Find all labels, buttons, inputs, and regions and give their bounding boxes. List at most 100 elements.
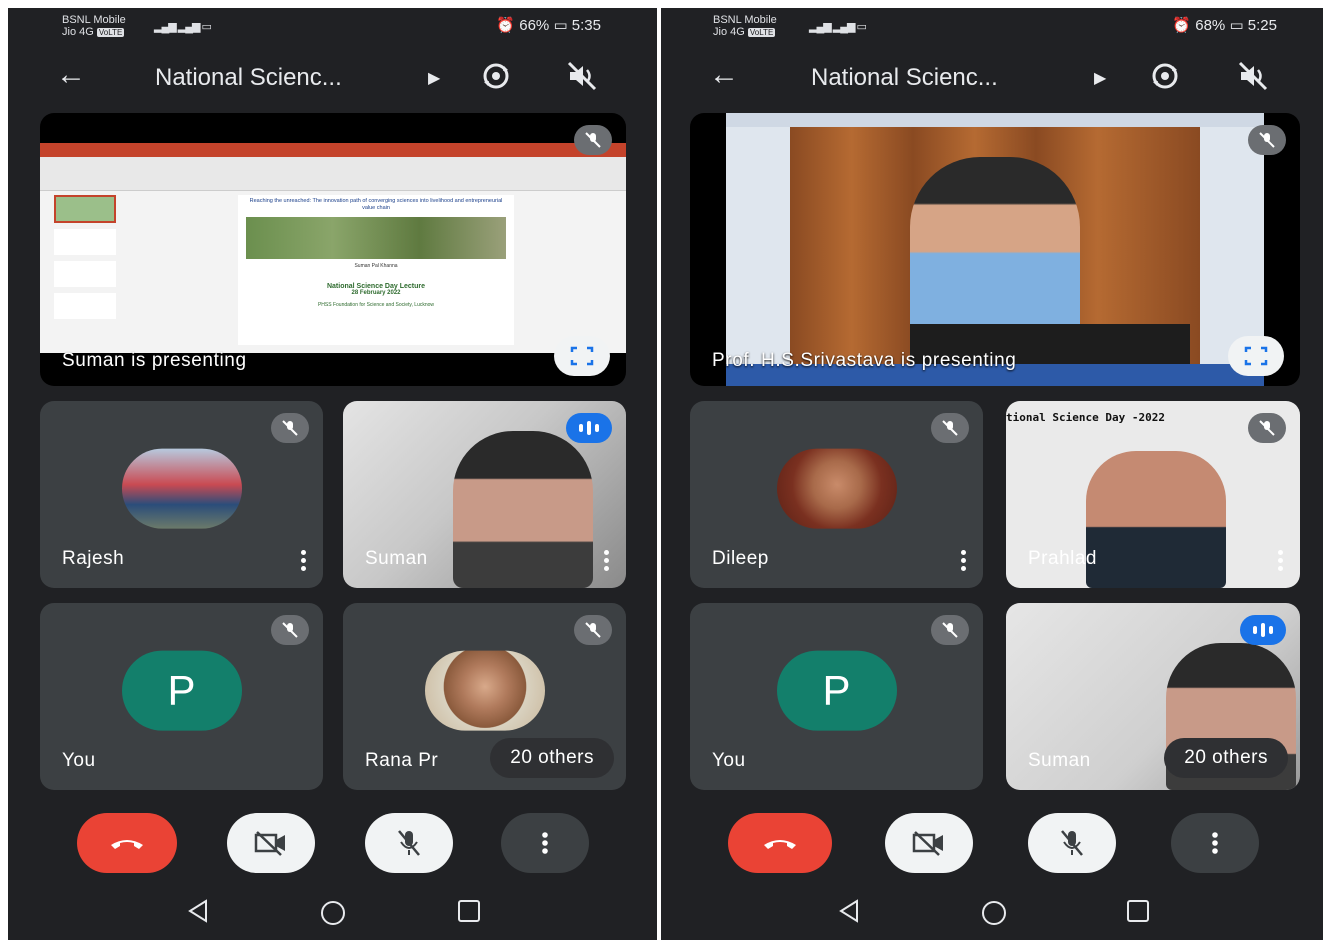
mic-off-badge [931, 413, 969, 443]
participant-tile[interactable]: Rajesh [40, 401, 323, 588]
mic-off-badge [574, 615, 612, 645]
participant-video [1086, 451, 1226, 588]
avatar [424, 650, 545, 731]
mic-toggle-button[interactable] [1028, 813, 1116, 873]
mic-off-badge [271, 413, 309, 443]
back-arrow-icon[interactable]: ← [56, 60, 86, 90]
android-nav-bar [661, 890, 1323, 940]
carrier-name: BSNL Mobile [713, 14, 777, 26]
expand-caret-icon[interactable]: ▶ [428, 68, 440, 88]
more-vert-icon[interactable] [301, 550, 307, 572]
others-count-chip[interactable]: 20 others [1164, 738, 1288, 778]
expand-caret-icon[interactable]: ▶ [1094, 68, 1106, 88]
presentation-view[interactable]: Reaching the unreached: The innovation p… [40, 113, 626, 386]
nav-back-icon[interactable] [186, 898, 210, 924]
nav-home-icon[interactable] [979, 898, 1009, 928]
slide-title: Reaching the unreached: The innovation p… [249, 198, 503, 211]
end-call-icon [111, 840, 143, 849]
nav-recents-icon[interactable] [1125, 898, 1151, 924]
more-vert-icon[interactable] [604, 550, 610, 572]
mic-off-icon [1259, 420, 1275, 436]
carrier-info: BSNL Mobile Jio 4G VoLTE [713, 14, 777, 39]
volte-badge: VoLTE [747, 28, 776, 37]
carrier-name-2: Jio 4G [713, 26, 745, 38]
camera-toggle-button[interactable] [885, 813, 973, 873]
flip-camera-icon[interactable] [478, 58, 514, 94]
presenting-label: Suman is presenting [62, 350, 247, 371]
nav-back-icon[interactable] [837, 898, 861, 924]
status-bar: BSNL Mobile Jio 4G VoLTE ▂▄▆ ▂▄▆ ▭ ⏰ 66%… [8, 8, 657, 48]
mic-off-badge [931, 615, 969, 645]
mic-off-icon [1259, 132, 1275, 148]
more-vert-icon [542, 832, 548, 854]
fullscreen-icon [570, 346, 594, 366]
others-count-chip[interactable]: 20 others [490, 738, 614, 778]
more-options-button[interactable] [1171, 813, 1259, 873]
participant-name: Prahlad [1028, 548, 1097, 569]
presentation-view[interactable]: Prof. H.S.Srivastava is presenting [690, 113, 1300, 386]
volte-badge: VoLTE [96, 28, 125, 37]
participant-name: Dileep [712, 548, 769, 569]
carrier-info: BSNL Mobile Jio 4G VoLTE [62, 14, 126, 39]
call-controls [661, 813, 1323, 885]
flip-camera-icon[interactable] [1147, 58, 1183, 94]
avatar [776, 448, 897, 529]
participant-tile[interactable]: Suman 20 others [1006, 603, 1300, 790]
mic-off-icon [942, 622, 958, 638]
participant-video [453, 431, 593, 588]
ribbon-toolbar [40, 157, 626, 191]
mic-off-icon [585, 622, 601, 638]
call-controls [8, 813, 657, 885]
participant-tile[interactable]: P You [690, 603, 983, 790]
camera-toggle-button[interactable] [227, 813, 315, 873]
back-arrow-icon[interactable]: ← [709, 60, 739, 90]
battery-level: 66% [519, 17, 550, 34]
speaking-indicator [1240, 615, 1286, 645]
mic-off-icon [282, 622, 298, 638]
end-call-button[interactable] [728, 813, 832, 873]
meeting-top-bar: ← National Scienc... ▶ [8, 56, 657, 100]
nav-home-icon[interactable] [318, 898, 348, 928]
mic-off-badge [574, 125, 612, 155]
windows-photo-viewer [726, 113, 1264, 386]
more-vert-icon[interactable] [1278, 550, 1284, 572]
mic-off-icon [282, 420, 298, 436]
end-call-button[interactable] [77, 813, 177, 873]
fullscreen-button[interactable] [554, 336, 610, 376]
carrier-name-2: Jio 4G [62, 26, 94, 38]
powerpoint-ribbon [40, 143, 626, 157]
battery-level: 68% [1195, 17, 1226, 34]
participant-tile[interactable]: tional Science Day -2022 Prahlad [1006, 401, 1300, 588]
mic-off-icon [398, 830, 420, 856]
participant-name: Rana Pr [365, 750, 439, 771]
camera-off-icon [912, 831, 943, 856]
more-vert-icon [1212, 832, 1218, 854]
android-nav-bar [8, 890, 657, 940]
participant-name: Suman [1028, 750, 1091, 771]
status-bar: BSNL Mobile Jio 4G VoLTE ▂▄▆ ▂▄▆ ▭ ⏰ 68%… [661, 8, 1323, 48]
viewer-titlebar [726, 113, 1264, 127]
participant-tile[interactable]: P You [40, 603, 323, 790]
participant-tile[interactable]: Dileep [690, 401, 983, 588]
speaker-off-icon[interactable] [564, 58, 600, 94]
camera-off-icon [254, 831, 285, 856]
mic-off-badge [1248, 125, 1286, 155]
mic-toggle-button[interactable] [365, 813, 453, 873]
slide-canvas: Reaching the unreached: The innovation p… [238, 195, 514, 345]
more-vert-icon[interactable] [961, 550, 967, 572]
participant-tile[interactable]: Rana Pr 20 others [343, 603, 626, 790]
clock: 5:25 [1247, 17, 1277, 34]
meeting-title[interactable]: National Scienc... [155, 64, 342, 92]
mic-off-badge [1248, 413, 1286, 443]
participant-tile[interactable]: Suman [343, 401, 626, 588]
fullscreen-button[interactable] [1228, 336, 1284, 376]
meeting-title[interactable]: National Scienc... [811, 64, 998, 92]
mic-off-icon [942, 420, 958, 436]
nav-recents-icon[interactable] [456, 898, 482, 924]
speaker-off-icon[interactable] [1235, 58, 1271, 94]
mic-off-icon [1061, 830, 1083, 856]
photo [790, 127, 1200, 367]
signal-icon: ▂▄▆ ▂▄▆ ▭ [154, 21, 212, 33]
more-options-button[interactable] [501, 813, 589, 873]
slide-window: Reaching the unreached: The innovation p… [40, 143, 626, 353]
